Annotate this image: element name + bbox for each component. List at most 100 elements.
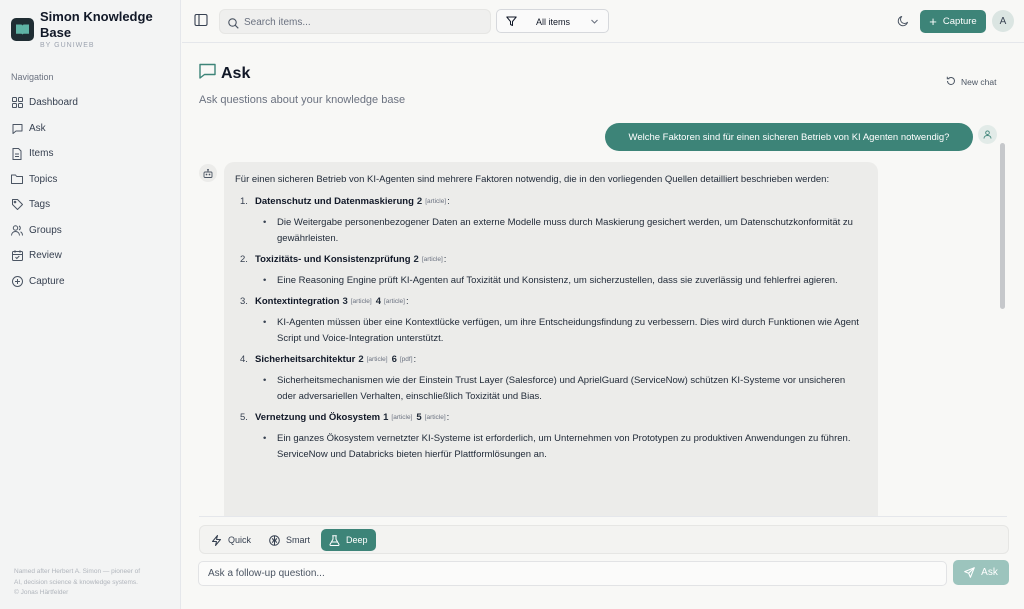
citation-type[interactable]: [pdf] [400,352,413,368]
citation-number[interactable]: 5 [416,410,421,426]
followup-field[interactable] [198,561,947,586]
mode-selector: Quick Smart Deep [199,525,1009,554]
sidebar-item-review[interactable]: Review [11,243,171,269]
sidebar-item-topics[interactable]: Topics [11,167,171,193]
mode-label: Smart [286,535,311,545]
bot-icon [199,164,217,182]
point-text: Eine Reasoning Engine prüft KI-Agenten a… [277,275,838,286]
point-number: 4. [240,354,248,365]
colon: : [443,254,447,265]
moon-icon[interactable] [897,14,909,32]
point-number: 2. [240,254,248,265]
filter-value: All items [536,17,571,27]
citation-type[interactable]: [article] [422,252,443,268]
colon: : [447,196,450,207]
calendar-icon [11,250,23,262]
user-message: Welche Faktoren sind für einen sicheren … [605,123,973,151]
grid-icon [11,97,23,109]
colon: : [446,412,450,423]
sidebar-item-label: Capture [29,275,65,287]
colon: : [405,296,409,307]
sidebar-item-dashboard[interactable]: Dashboard [11,90,171,116]
sidebar-item-label: Items [29,148,54,160]
sidebar-item-tags[interactable]: Tags [11,192,171,218]
brand-subtitle: BY GUNIWEB [40,42,95,49]
folder-icon [11,173,23,185]
point-title: Vernetzung und Ökosystem [255,412,381,423]
citation-number[interactable]: 2 [414,252,419,268]
citation-number[interactable]: 4 [376,294,381,310]
item-filter-select[interactable]: All items [496,9,609,33]
capture-button[interactable]: + Capture [920,10,986,33]
point-text: Ein ganzes Ökosystem vernetzter KI-Syste… [277,433,851,460]
new-chat-button[interactable]: New chat [946,76,996,88]
avatar[interactable]: A [992,10,1014,32]
sidebar-item-label: Dashboard [29,97,78,109]
citation-number[interactable]: 3 [342,294,347,310]
page-header: Ask Ask questions about your knowledge b… [199,63,405,106]
point-text: KI-Agenten müssen über eine Kontextlücke… [277,317,859,344]
bullet [263,373,277,405]
citation-number[interactable]: 2 [417,194,422,210]
list-item: 2. Toxizitäts- und Konsistenzprüfung 2 [a… [235,252,866,289]
brand-title: Simon Knowledge Base [40,9,153,40]
nav-heading: Navigation [11,72,54,82]
citation-number[interactable]: 2 [358,352,363,368]
point-number: 5. [240,412,248,423]
point-text: Sicherheitsmechanismen wie der Einstein … [277,375,846,402]
assistant-answer: Für einen sicheren Betrieb von KI-Agente… [224,162,878,516]
mode-label: Deep [346,535,368,545]
tag-icon [11,199,23,211]
point-text: Die Weitergabe personenbezogener Daten a… [277,217,853,244]
followup-input[interactable] [199,562,946,585]
point-title: Sicherheitsarchitektur [255,354,356,365]
ask-button-label: Ask [981,567,998,578]
chat-icon [11,122,23,134]
footer-line: © Jonas Härtfelder [14,589,69,596]
colon: : [413,354,417,365]
point-number: 1. [240,196,248,207]
sidebar-item-ask[interactable]: Ask [11,116,171,142]
bullet [263,273,277,289]
sidebar-item-groups[interactable]: Groups [11,218,171,244]
point-title: Toxizitäts- und Konsistenzprüfung [255,254,411,265]
citation-type[interactable]: [article] [425,194,446,210]
citation-type[interactable]: [article] [384,294,405,310]
mode-deep-button[interactable]: Deep [321,529,376,551]
list-item: 5. Vernetzung und Ökosystem 1 [article] 5[… [235,410,866,463]
mode-quick-button[interactable]: Quick [203,529,259,551]
citation-type[interactable]: [article] [391,410,412,426]
citation-number[interactable]: 1 [383,410,388,426]
scrollbar-thumb[interactable] [1000,143,1005,309]
answer-intro: Für einen sicheren Betrieb von KI-Agente… [235,174,830,185]
bullet [263,315,277,347]
search-box[interactable] [219,9,491,34]
citation-number[interactable]: 6 [392,352,397,368]
sidebar-item-label: Tags [29,199,51,211]
sidebar-item-label: Topics [29,173,58,185]
sidebar-item-capture[interactable]: Capture [11,269,171,295]
sidebar-item-items[interactable]: Items [11,141,171,167]
flask-icon [329,534,340,546]
new-chat-label: New chat [961,77,997,87]
chevron-down-icon [590,17,599,28]
footer-line: Named after Herbert A. Simon — pioneer o… [14,568,141,575]
citation-type[interactable]: [article] [425,410,446,426]
zap-icon [212,534,221,546]
citation-type[interactable]: [article] [367,352,388,368]
bullet [263,431,277,463]
sidebar-toggle-icon[interactable] [194,13,210,29]
brand[interactable]: Simon Knowledge Base BY GUNIWEB [11,9,160,49]
point-title: Datenschutz und Datenmaskierung [255,196,414,207]
point-number: 3. [240,296,248,307]
ask-button[interactable]: Ask [953,560,1009,585]
citation-type[interactable]: [article] [351,294,372,310]
sidebar: Simon Knowledge Base BY GUNIWEB Navigati… [0,0,181,609]
user-icon [978,125,997,144]
mode-smart-button[interactable]: Smart [261,529,318,551]
users-icon [11,224,23,236]
search-input[interactable] [244,15,484,29]
list-item: 4. Sicherheitsarchitektur 2 [article] 6 [pd… [235,352,866,405]
bullet [263,215,277,247]
capture-button-label: Capture [942,16,977,27]
